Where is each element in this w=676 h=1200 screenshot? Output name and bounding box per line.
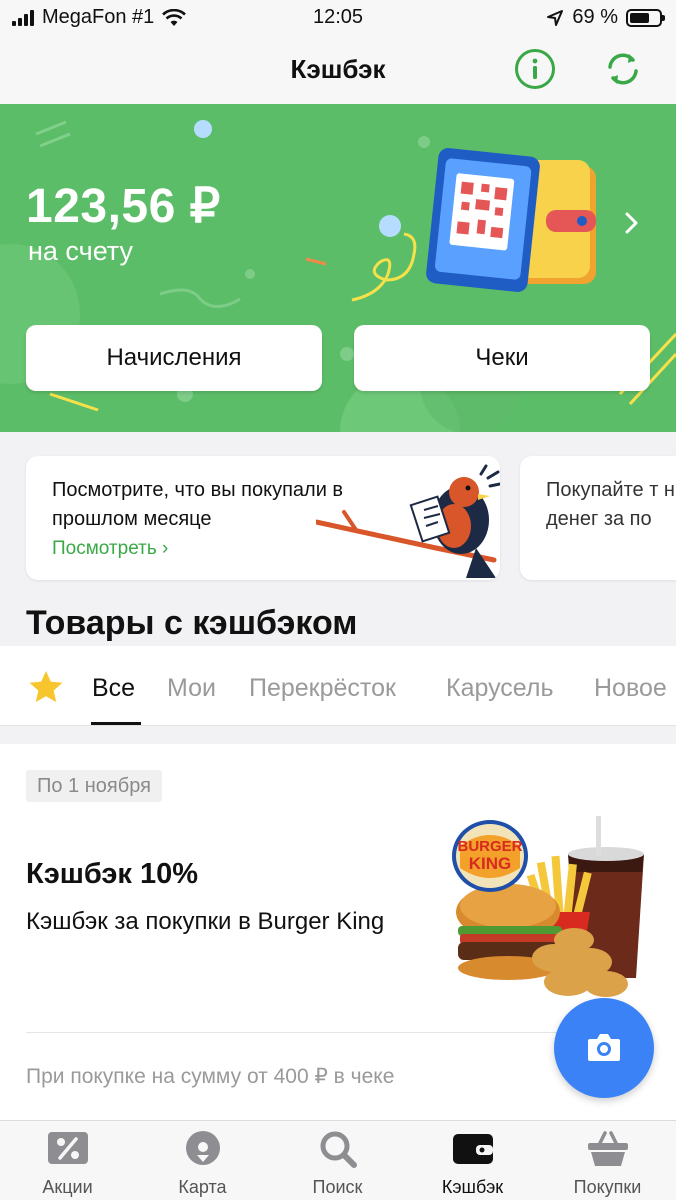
tabbar-item-promotions[interactable]: Акции [0, 1121, 135, 1200]
cashback-balance: 123,56 ₽ [26, 180, 221, 233]
discount-icon [48, 1132, 88, 1164]
battery-icon [626, 8, 665, 27]
category-tabs: Все Мои Перекрёсток Карусель Новое [0, 646, 676, 726]
tabbar-label: Кэшбэк [441, 1177, 504, 1197]
wallet-icon [453, 1134, 493, 1164]
refresh-icon[interactable] [602, 48, 644, 90]
offer-title: Кэшбэк 10% [26, 858, 199, 890]
tabbar-item-search[interactable]: Поиск [270, 1121, 405, 1200]
camera-icon [588, 1034, 620, 1061]
nav-bar: Кэшбэк [0, 34, 676, 104]
offer-description: Кэшбэк за покупки в Burger King [26, 908, 385, 935]
tab-all[interactable]: Все [92, 674, 135, 703]
battery-percent: 69 % [572, 6, 618, 28]
logo-text-burger: BURGER [457, 838, 522, 855]
tab-mine[interactable]: Мои [167, 674, 216, 703]
bird-on-branch-illustration [316, 464, 500, 578]
location-arrow-icon [547, 9, 564, 26]
tab-perekrestok[interactable]: Перекрёсток [249, 674, 396, 703]
map-pin-icon [186, 1131, 220, 1165]
tabbar-item-purchases[interactable]: Покупки [540, 1121, 675, 1200]
basket-icon [588, 1131, 628, 1166]
tabbar-label: Поиск [312, 1177, 363, 1197]
balance-caption: на счету [28, 236, 133, 266]
star-icon[interactable] [28, 670, 64, 704]
offer-date-badge: По 1 ноября [26, 770, 162, 802]
bottom-tab-bar: Акции Карта Поиск Кэшбэк Покупки [0, 1120, 676, 1200]
promo-carousel[interactable]: Посмотрите, что вы покупали в прошлом ме… [0, 432, 676, 602]
cashback-balance-banner[interactable]: 123,56 ₽ на счету Начисления Чеки [0, 104, 676, 432]
tab-karusel[interactable]: Карусель [446, 674, 554, 703]
tabbar-label: Покупки [573, 1177, 642, 1197]
tabbar-item-map[interactable]: Карта [135, 1121, 270, 1200]
status-bar: MegaFon #1 12:05 69 % [0, 0, 676, 34]
promo-view-link[interactable]: Посмотреть › [52, 538, 168, 560]
page-title: Кэшбэк [290, 54, 386, 84]
promo-card-last-month[interactable]: Посмотрите, что вы покупали в прошлом ме… [26, 456, 500, 580]
tabbar-item-cashback[interactable]: Кэшбэк [405, 1121, 540, 1200]
accruals-button[interactable]: Начисления [26, 325, 322, 391]
tab-new[interactable]: Новое [594, 674, 667, 703]
promo-card-cashback[interactable]: Покупайте т ниже и возв денег за по [520, 456, 676, 580]
search-icon [320, 1131, 357, 1168]
info-icon[interactable] [514, 48, 556, 90]
phone-wallet-illustration [426, 148, 596, 292]
chevron-right-icon[interactable] [620, 208, 644, 238]
tabbar-label: Акции [42, 1177, 93, 1197]
promo-text: Покупайте т ниже и возв денег за по [546, 479, 676, 530]
system-indicators: 69 % [546, 6, 665, 29]
active-tab-indicator [91, 722, 141, 725]
offer-condition: При покупке на сумму от 400 ₽ в чеке [26, 1065, 395, 1088]
tabbar-label: Карта [178, 1177, 227, 1197]
section-title: Товары с кэшбэком [26, 604, 358, 642]
burger-king-meal-image: BURGER KING [452, 816, 644, 997]
scan-receipt-button[interactable] [554, 998, 654, 1098]
logo-text-king: KING [469, 854, 512, 873]
receipts-button[interactable]: Чеки [354, 325, 650, 391]
